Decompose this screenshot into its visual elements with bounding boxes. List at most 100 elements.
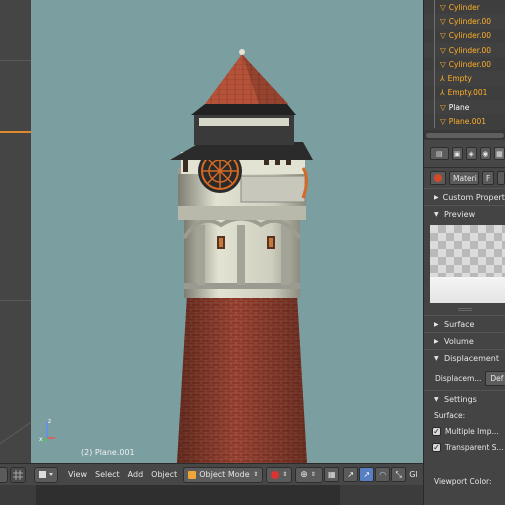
selected-edge-highlight xyxy=(0,131,31,133)
outliner[interactable]: ▽ Cylinder ▽ Cylinder.00 ▽ Cylinder.00 ▽… xyxy=(423,0,505,140)
settings-panel-header[interactable]: ▼ Settings xyxy=(424,390,505,407)
object-menu[interactable]: Object xyxy=(147,467,181,483)
outliner-item[interactable]: ▽ Cylinder.00 xyxy=(424,29,505,43)
rotate-manipulator-icon[interactable]: ◠ xyxy=(375,467,391,482)
object-mode-label: Object Mode xyxy=(199,470,250,479)
select-menu[interactable]: Select xyxy=(91,467,124,483)
tower-gallery xyxy=(178,152,306,220)
surface-panel[interactable]: ▶ Surface xyxy=(424,315,505,332)
properties-panel: ▤ ▣ ◈ ◉ ▦ Materi F ▶ Custom Properties ▼… xyxy=(423,140,505,505)
material-sphere-icon[interactable] xyxy=(430,171,446,185)
transparent-shadows-checkbox[interactable]: ✓ xyxy=(432,442,441,452)
outliner-item[interactable]: ⅄ Empty xyxy=(424,71,505,86)
3d-view-header: View Select Add Object Object Mode ⇕ ⇕ ⊕… xyxy=(0,463,423,485)
object-mode-icon xyxy=(188,470,197,479)
grid-line xyxy=(0,60,31,61)
collapsed-triangle-icon: ▶ xyxy=(434,320,439,328)
outliner-item[interactable]: ▽ Plane xyxy=(424,100,505,115)
tree-line xyxy=(434,0,435,128)
surface-settings-label: Surface: xyxy=(434,410,466,420)
custom-properties-panel[interactable]: ▶ Custom Properties xyxy=(424,188,505,205)
3d-viewport[interactable]: z x (2) Plane.001 xyxy=(31,0,423,463)
outliner-scrollbar[interactable] xyxy=(424,130,505,140)
cone-mesh-icon: ▽ xyxy=(440,102,446,112)
outliner-item-label: Cylinder.00 xyxy=(448,16,492,26)
object-mode-select[interactable]: Object Mode ⇕ xyxy=(183,466,264,483)
cone-mesh-icon: ▽ xyxy=(440,117,446,127)
displacement-field-label: Displacem... xyxy=(435,373,482,383)
cone-mesh-icon: ▽ xyxy=(440,16,446,26)
fake-user-button[interactable]: F xyxy=(482,171,495,185)
manipulator-toggle-icon[interactable]: ▦ xyxy=(324,467,340,482)
render-tab-icon[interactable]: ▣ xyxy=(451,147,463,160)
grid-icon[interactable] xyxy=(10,466,26,483)
displacement-default-button[interactable]: Def xyxy=(485,370,505,386)
outliner-item-label: Cylinder xyxy=(448,2,480,12)
outliner-item-label: Cylinder.00 xyxy=(448,45,492,55)
outliner-item-label: Plane xyxy=(448,102,470,112)
outliner-item-label: Cylinder.00 xyxy=(448,59,492,69)
tower-cornice xyxy=(170,104,313,160)
grid-line xyxy=(0,300,31,301)
view-menu[interactable]: View xyxy=(64,467,91,483)
empty-axes-icon: ⅄ xyxy=(440,74,445,84)
material-tab-icon[interactable]: ▦ xyxy=(493,147,505,160)
multiple-importance-row[interactable]: ✓ Multiple Imp... xyxy=(424,423,505,439)
cone-mesh-icon: ▽ xyxy=(440,45,446,55)
expanded-triangle-icon: ▼ xyxy=(434,395,439,403)
editor-type-button[interactable] xyxy=(34,466,58,483)
multiple-importance-checkbox[interactable]: ✓ xyxy=(432,426,441,436)
preview-resize-handle[interactable] xyxy=(424,303,505,315)
viewport-object-label: (2) Plane.001 xyxy=(81,448,135,457)
outliner-item[interactable]: ▽ Cylinder.00 xyxy=(424,57,505,71)
updown-arrows-icon: ⇕ xyxy=(310,471,316,478)
world-tab-icon[interactable]: ◉ xyxy=(479,147,491,160)
tower-brick-shaft xyxy=(177,295,307,463)
collapsed-triangle-icon: ▶ xyxy=(434,193,439,201)
outliner-list: ▽ Cylinder ▽ Cylinder.00 ▽ Cylinder.00 ▽… xyxy=(424,0,505,129)
translate-icon[interactable]: ↗ xyxy=(343,467,359,482)
outliner-item-label: Empty.001 xyxy=(447,88,488,98)
outliner-item[interactable]: ▽ Cylinder.00 xyxy=(424,14,505,29)
material-name-field[interactable]: Materi xyxy=(449,171,479,185)
properties-tabs: ▤ ▣ ◈ ◉ ▦ xyxy=(424,140,505,168)
cone-mesh-icon: ▽ xyxy=(440,31,446,41)
cone-mesh-icon: ▽ xyxy=(440,59,446,69)
volume-panel[interactable]: ▶ Volume xyxy=(424,332,505,349)
preview-panel-header[interactable]: ▼ Preview xyxy=(424,205,505,222)
pivot-icon: ⊕ xyxy=(300,469,308,480)
viewport-shading-select[interactable]: ⇕ xyxy=(266,466,293,483)
outliner-item-label: Empty xyxy=(447,74,472,84)
add-menu[interactable]: Add xyxy=(124,467,148,483)
tower-roof xyxy=(205,49,288,104)
axis-gizmo: z x xyxy=(39,418,55,443)
outliner-item[interactable]: ▽ Cylinder.00 xyxy=(424,42,505,58)
timeline-strip xyxy=(0,485,423,505)
updown-arrows-icon: ⇕ xyxy=(253,471,259,478)
outliner-item[interactable]: ▽ Cylinder xyxy=(424,0,505,14)
expanded-triangle-icon: ▼ xyxy=(434,354,439,362)
svg-text:x: x xyxy=(39,436,43,443)
transparent-shadows-row[interactable]: ✓ Transparent S... xyxy=(424,439,505,455)
translate-manipulator-icon[interactable]: ↗ xyxy=(359,467,375,482)
grid-diagonal xyxy=(0,415,31,446)
editor-type-icon[interactable]: ▤ xyxy=(430,147,449,160)
tower-render xyxy=(170,49,313,463)
partial-menu-button[interactable] xyxy=(0,466,8,483)
outliner-item[interactable]: ▽ Plane.001 xyxy=(424,114,505,128)
outliner-item[interactable]: ⅄ Empty.001 xyxy=(424,86,505,100)
scene-tab-icon[interactable]: ◈ xyxy=(465,147,477,160)
scale-manipulator-icon[interactable]: ⤡ xyxy=(391,467,407,482)
link-toggle-button[interactable] xyxy=(497,171,505,185)
cube-icon xyxy=(39,470,53,478)
displacement-panel-header[interactable]: ▼ Displacement xyxy=(424,349,505,366)
expanded-triangle-icon: ▼ xyxy=(434,210,439,218)
transform-orientation-label[interactable]: Gl xyxy=(406,467,421,483)
displacement-row: Displacem... Def xyxy=(424,366,505,390)
viewport-color-label: Viewport Color: xyxy=(434,476,492,486)
updown-arrows-icon: ⇕ xyxy=(282,471,288,478)
empty-axes-icon: ⅄ xyxy=(440,88,445,98)
left-viewport-strip[interactable] xyxy=(0,0,31,463)
material-preview xyxy=(430,225,505,303)
pivot-point-select[interactable]: ⊕ ⇕ xyxy=(295,466,324,483)
